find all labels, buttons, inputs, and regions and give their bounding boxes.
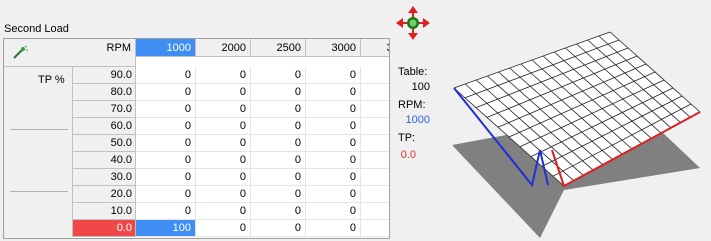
table-cell[interactable]: 0: [251, 118, 306, 135]
table-cell[interactable]: 0: [196, 169, 251, 186]
table-cell[interactable]: 0: [361, 186, 389, 203]
table-cell[interactable]: 0: [136, 67, 196, 84]
row-header[interactable]: 20.0: [72, 186, 136, 203]
table-cell[interactable]: 0: [251, 220, 306, 237]
row-header[interactable]: 40.0: [72, 152, 136, 169]
tp-axis-label: TP %: [38, 74, 65, 86]
table-cell[interactable]: 0: [136, 84, 196, 101]
row-header[interactable]: 30.0: [72, 169, 136, 186]
row-header[interactable]: 0.0: [72, 220, 136, 237]
divider: [10, 129, 68, 130]
table-cell[interactable]: 0: [196, 203, 251, 220]
table-cell[interactable]: 0: [136, 186, 196, 203]
column-header[interactable]: 3500: [361, 39, 389, 57]
table-cell[interactable]: 0: [306, 118, 361, 135]
table-cell[interactable]: 0: [251, 67, 306, 84]
row-axis-panel: TP %: [4, 67, 72, 238]
table-cell[interactable]: 0: [196, 101, 251, 118]
rpm-axis-label: RPM: [106, 42, 131, 54]
table-cell[interactable]: 0: [196, 67, 251, 84]
table-cell[interactable]: 0: [306, 101, 361, 118]
surface-3d-view[interactable]: Table: 100 RPM: 1000 TP: 0.0: [392, 0, 711, 241]
table-cell[interactable]: 0: [251, 135, 306, 152]
column-header[interactable]: 2000: [196, 39, 251, 57]
row-header[interactable]: 80.0: [72, 84, 136, 101]
table-cell[interactable]: 0: [196, 220, 251, 237]
table-cell[interactable]: 0: [306, 84, 361, 101]
table-cell[interactable]: 0: [306, 135, 361, 152]
table-cell[interactable]: 0: [251, 101, 306, 118]
table-cell[interactable]: 0: [136, 135, 196, 152]
table-cell[interactable]: 0: [136, 169, 196, 186]
table-cell[interactable]: 0: [361, 67, 389, 84]
table-cell[interactable]: 0: [196, 118, 251, 135]
row-header[interactable]: 60.0: [72, 118, 136, 135]
table-cell[interactable]: 0: [136, 152, 196, 169]
table-corner: RPM: [4, 39, 136, 67]
row-header[interactable]: 70.0: [72, 101, 136, 118]
table-cell[interactable]: 0: [251, 152, 306, 169]
load-table: RPM TP % 10002000250030003500 90.0000008…: [3, 38, 390, 239]
table-cell[interactable]: 0: [361, 101, 389, 118]
table-cell[interactable]: 0: [251, 203, 306, 220]
table-cell[interactable]: 0: [306, 220, 361, 237]
column-header[interactable]: 1000: [136, 39, 196, 57]
table-cell[interactable]: 0: [361, 118, 389, 135]
table-cell[interactable]: 0: [136, 203, 196, 220]
wand-icon[interactable]: [12, 45, 28, 60]
column-header[interactable]: 2500: [251, 39, 306, 57]
row-header[interactable]: 50.0: [72, 135, 136, 152]
table-cell[interactable]: 0: [196, 135, 251, 152]
table-cell[interactable]: 0: [251, 169, 306, 186]
table-cell[interactable]: 0: [196, 152, 251, 169]
table-cell[interactable]: 0: [361, 203, 389, 220]
row-header[interactable]: 10.0: [72, 203, 136, 220]
table-cell[interactable]: 0: [196, 186, 251, 203]
divider: [10, 191, 68, 192]
table-cell[interactable]: 100: [136, 220, 196, 237]
row-header[interactable]: 90.0: [72, 67, 136, 84]
table-cell[interactable]: 0: [306, 169, 361, 186]
table-cell[interactable]: 0: [361, 169, 389, 186]
table-cell[interactable]: 0: [361, 220, 389, 237]
table-cell[interactable]: 0: [251, 84, 306, 101]
table-cell[interactable]: 0: [306, 203, 361, 220]
table-cell[interactable]: 0: [136, 101, 196, 118]
table-cell[interactable]: 0: [361, 84, 389, 101]
table-cell[interactable]: 0: [251, 186, 306, 203]
table-cell[interactable]: 0: [196, 84, 251, 101]
second-load-panel: Second Load RPM TP % 1000200025003000350…: [0, 0, 392, 241]
column-header[interactable]: 3000: [306, 39, 361, 57]
table-cell[interactable]: 0: [136, 118, 196, 135]
table-cell[interactable]: 0: [306, 67, 361, 84]
surface-plot: [452, 31, 701, 238]
panel-title: Second Load: [4, 23, 69, 35]
table-cell[interactable]: 0: [306, 152, 361, 169]
table-cell[interactable]: 0: [306, 186, 361, 203]
